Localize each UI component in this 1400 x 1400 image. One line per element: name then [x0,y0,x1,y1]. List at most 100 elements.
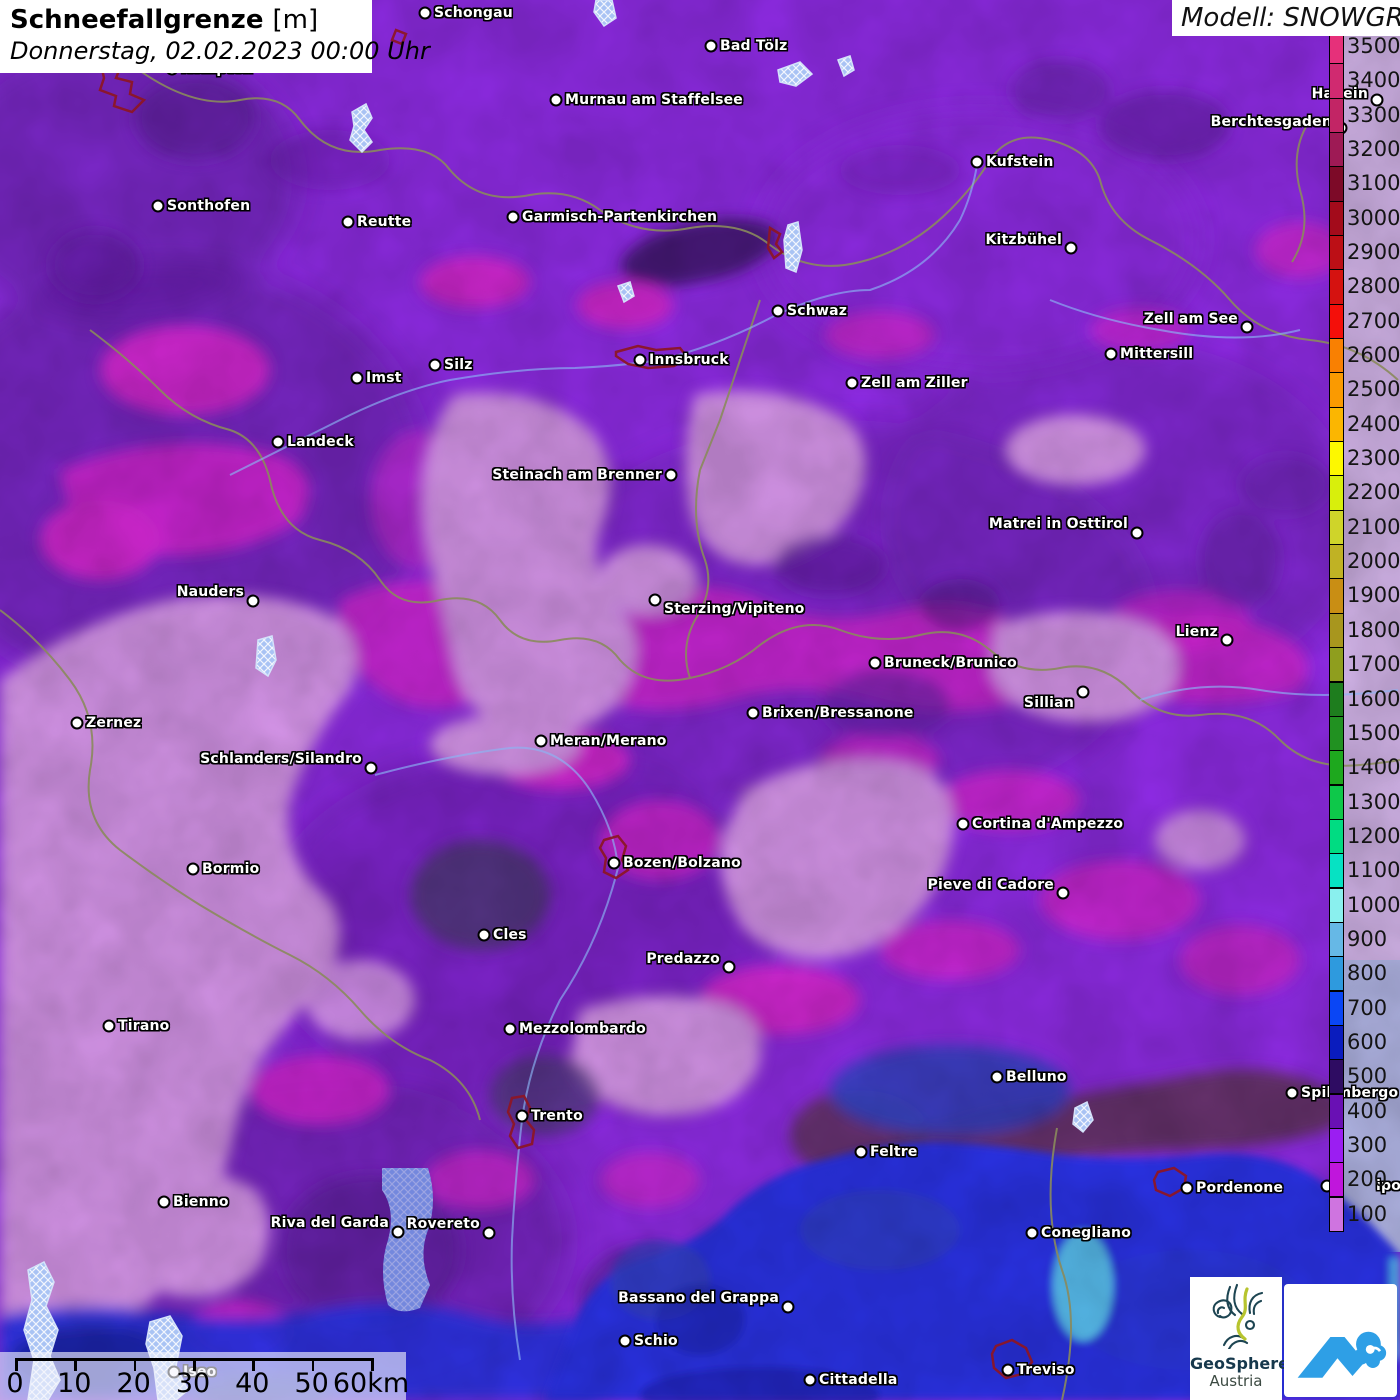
colorbar-tick-label: 1700 [1347,652,1400,676]
city-marker [187,863,200,876]
city-marker [869,657,882,670]
scale-bar-label: 40 [235,1368,269,1399]
city-label: Berchtesgaden [1211,114,1332,130]
colorbar-tick-label: 1100 [1347,858,1400,882]
city-marker [550,94,563,107]
city-marker [665,469,678,482]
city-marker [103,1020,116,1033]
city-label: Zell am Ziller [861,375,968,391]
colorbar-tick-label: 3200 [1347,137,1400,161]
city-label: Cittadella [819,1372,897,1388]
city-label: Predazzo [646,951,720,967]
city-marker [535,735,548,748]
city-label: Lienz [1176,624,1218,640]
colorbar-cell [1330,614,1343,648]
city-label: Nauders [177,584,244,600]
city-label: Mezzolombardo [519,1021,646,1037]
colorbar-tick-label: 1600 [1347,687,1400,711]
colorbar-tick-label: 1300 [1347,790,1400,814]
valid-datetime: Donnerstag, 02.02.2023 00:00 Uhr [10,37,362,65]
city-layer: SchongauBad TölzKemptenMurnau am Staffel… [0,0,1400,1400]
city-label: Zell am See [1144,311,1238,327]
city-marker [1286,1087,1299,1100]
city-marker [649,594,662,607]
colorbar-cell [1330,511,1343,545]
colorbar-tick-label: 300 [1347,1133,1387,1157]
city-marker [804,1374,817,1387]
colorbar-cell [1330,751,1343,785]
city-label: Schwaz [787,303,847,319]
colorbar-cell [1330,167,1343,201]
city-marker [855,1146,868,1159]
colorbar-cell [1330,820,1343,854]
city-label: Steinach am Brenner [492,467,662,483]
city-marker [782,1301,795,1314]
colorbar-cell [1330,442,1343,476]
model-label: Modell: SNOWGRID [1181,3,1400,33]
city-marker [634,354,647,367]
city-marker [991,1071,1004,1084]
scale-bar-label: 0 [6,1368,23,1399]
partner-logo-box [1284,1284,1397,1397]
city-label: Belluno [1006,1069,1067,1085]
colorbar-tick-label: 800 [1347,961,1387,985]
colorbar-tick-label: 2700 [1347,309,1400,333]
product-name: Schneefallgrenze [10,5,263,35]
city-marker [1221,634,1234,647]
colorbar-cell [1330,957,1343,991]
colorbar-tick-label: 400 [1347,1099,1387,1123]
city-label: Cles [493,927,527,943]
city-marker [429,359,442,372]
colorbar-cell [1330,1198,1343,1232]
city-marker [957,818,970,831]
title-box: Schneefallgrenze [m] Donnerstag, 02.02.2… [0,0,372,73]
colorbar-tick-label: 2900 [1347,240,1400,264]
city-label: Schongau [434,5,513,21]
colorbar-cell [1330,1129,1343,1163]
city-label: Kitzbühel [985,232,1062,248]
colorbar-tick-label: 2400 [1347,412,1400,436]
colorbar-tick-label: 2100 [1347,515,1400,539]
city-label: Feltre [870,1144,918,1160]
city-label: Landeck [287,434,354,450]
colorbar-tick-label: 3300 [1347,103,1400,127]
colorbar-tick-label: 1500 [1347,721,1400,745]
city-label: Tirano [118,1018,170,1034]
city-label: Brixen/Bressanone [762,705,914,721]
colorbar-tick-label: 200 [1347,1167,1387,1191]
city-marker [504,1023,517,1036]
colorbar-cell [1330,889,1343,923]
city-label: Treviso [1017,1362,1075,1378]
city-marker [1105,348,1118,361]
city-label: Pordenone [1196,1180,1283,1196]
city-label: Mittersill [1120,346,1193,362]
colorbar-cell [1330,1095,1343,1129]
colorbar-cell [1330,1060,1343,1094]
city-label: Bozen/Bolzano [623,855,741,871]
city-label: Garmisch-Partenkirchen [522,209,717,225]
city-marker [747,707,760,720]
city-label: Zernez [86,715,141,731]
city-label: Sterzing/Vipiteno [664,601,805,617]
city-marker [971,156,984,169]
colorbar-cell [1330,408,1343,442]
city-marker [351,372,364,385]
colorbar [1329,29,1344,1232]
unit-label: [m] [273,5,319,35]
city-label: Bruneck/Brunico [884,655,1017,671]
colorbar-cell [1330,923,1343,957]
city-marker [1057,887,1070,900]
colorbar-cell [1330,545,1343,579]
city-label: Silz [444,357,473,373]
city-marker [608,857,621,870]
colorbar-cell [1330,579,1343,613]
scale-bar: 0102030405060km [0,1352,406,1400]
colorbar-tick-label: 2000 [1347,549,1400,573]
colorbar-cell [1330,270,1343,304]
city-label: Bad Tölz [720,38,787,54]
contour-logo-icon [1204,1283,1268,1349]
colorbar-cell [1330,202,1343,236]
colorbar-tick-label: 3400 [1347,68,1400,92]
colorbar-tick-label: 700 [1347,996,1387,1020]
city-marker [342,216,355,229]
